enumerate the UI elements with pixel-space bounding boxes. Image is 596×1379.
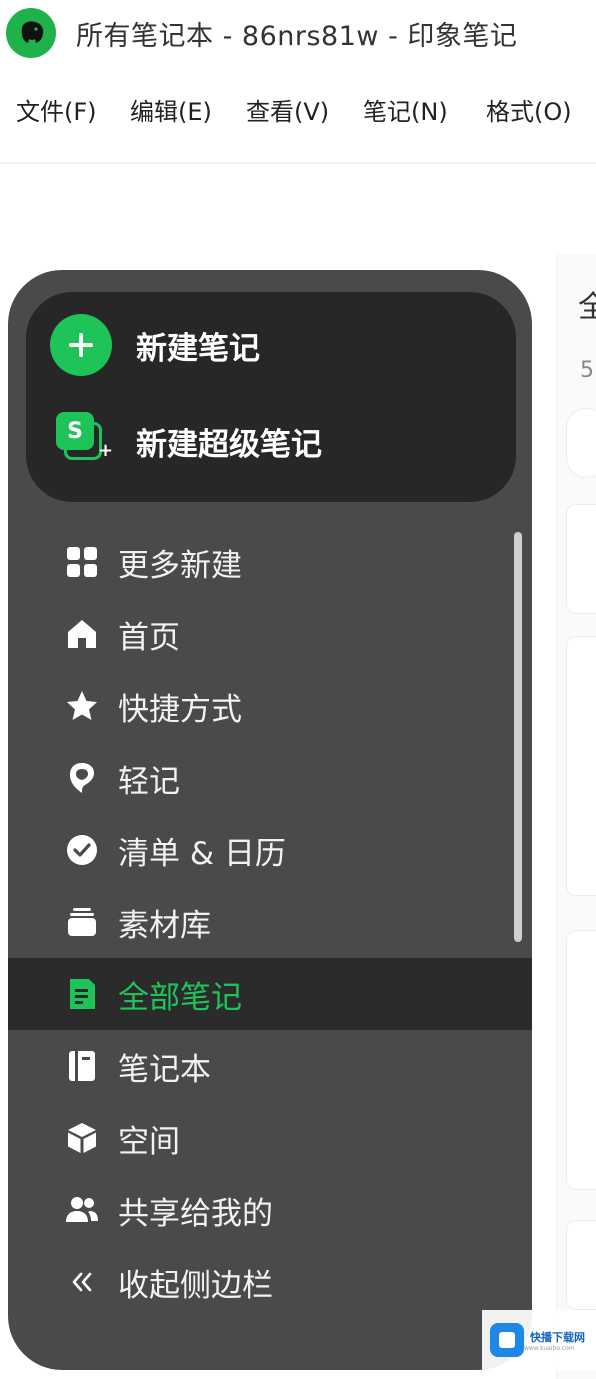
people-icon xyxy=(62,1190,102,1230)
menu-format[interactable]: 格式(O) xyxy=(486,92,572,127)
watermark-text-block: 快播下载网 www.kuaibo.com xyxy=(524,1329,585,1352)
plus-icon xyxy=(50,314,112,376)
sidebar-item-all-notes[interactable]: 全部笔记 xyxy=(8,958,532,1030)
sidebar-item-label: 共享给我的 xyxy=(118,1195,273,1232)
super-note-icon: S + xyxy=(50,410,113,472)
quick-note-icon xyxy=(62,758,102,798)
watermark-subtext: www.kuaibo.com xyxy=(524,1344,575,1352)
sidebar-item-quick-note[interactable]: 轻记 xyxy=(8,742,532,814)
sidebar-item-label: 清单 & 日历 xyxy=(118,835,286,872)
menu-note[interactable]: 笔记(N) xyxy=(363,92,448,127)
library-icon xyxy=(62,902,102,942)
sidebar-item-shared-with-me[interactable]: 共享给我的 xyxy=(8,1174,532,1246)
sidebar-item-label: 空间 xyxy=(118,1123,180,1160)
notebook-icon xyxy=(62,1046,102,1086)
watermark: 快播下载网 www.kuaibo.com xyxy=(482,1310,596,1370)
sidebar-item-label: 首页 xyxy=(118,619,180,656)
sidebar-item-notebooks[interactable]: 笔记本 xyxy=(8,1030,532,1102)
sidebar-item-label: 轻记 xyxy=(118,763,180,800)
sidebar-item-label: 笔记本 xyxy=(118,1051,211,1088)
sidebar-item-label: 全部笔记 xyxy=(118,979,242,1016)
sidebar: 新建笔记 S + 新建超级笔记 更多新建 首页 快捷方式 轻记 清单 & 日历 … xyxy=(8,270,532,1370)
note-card[interactable] xyxy=(566,1220,596,1310)
watermark-logo-icon xyxy=(490,1323,524,1357)
sidebar-item-tasks-calendar[interactable]: 清单 & 日历 xyxy=(8,814,532,886)
title-bar: 所有笔记本 - 86nrs81w - 印象笔记 xyxy=(0,0,596,66)
new-note-button[interactable]: 新建笔记 xyxy=(50,314,260,376)
check-circle-icon xyxy=(62,830,102,870)
note-card[interactable] xyxy=(566,930,596,1190)
new-super-note-button[interactable]: S + 新建超级笔记 xyxy=(50,410,322,472)
cube-icon xyxy=(62,1118,102,1158)
sidebar-item-label: 快捷方式 xyxy=(118,691,242,728)
sidebar-item-label: 更多新建 xyxy=(118,547,242,584)
sidebar-item-label: 收起侧边栏 xyxy=(118,1267,273,1304)
sidebar-item-library[interactable]: 素材库 xyxy=(8,886,532,958)
menu-view[interactable]: 查看(V) xyxy=(246,92,329,127)
sidebar-item-shortcuts[interactable]: 快捷方式 xyxy=(8,670,532,742)
star-icon xyxy=(62,686,102,726)
new-super-note-label: 新建超级笔记 xyxy=(136,426,322,463)
home-icon xyxy=(62,614,102,654)
note-card[interactable] xyxy=(566,504,596,614)
menu-divider xyxy=(0,162,596,164)
note-count: 5 xyxy=(580,358,594,383)
main-title: 全 xyxy=(578,290,596,325)
menu-file[interactable]: 文件(F) xyxy=(16,92,97,127)
window-title: 所有笔记本 - 86nrs81w - 印象笔记 xyxy=(76,21,518,52)
sidebar-item-collapse[interactable]: 收起侧边栏 xyxy=(8,1246,532,1318)
create-panel: 新建笔记 S + 新建超级笔记 xyxy=(26,292,516,502)
new-note-label: 新建笔记 xyxy=(136,330,260,367)
menu-bar: 文件(F) 编辑(E) 查看(V) 笔记(N) 格式(O) xyxy=(0,92,596,140)
watermark-text: 快播下载网 xyxy=(530,1330,585,1344)
sidebar-item-more-new[interactable]: 更多新建 xyxy=(8,526,532,598)
menu-edit[interactable]: 编辑(E) xyxy=(130,92,212,127)
sidebar-item-label: 素材库 xyxy=(118,907,211,944)
note-card[interactable] xyxy=(566,636,596,896)
note-icon xyxy=(62,974,102,1014)
grid-icon xyxy=(62,542,102,582)
sidebar-item-home[interactable]: 首页 xyxy=(8,598,532,670)
sidebar-item-spaces[interactable]: 空间 xyxy=(8,1102,532,1174)
search-pill[interactable] xyxy=(566,408,596,478)
elephant-icon xyxy=(6,8,56,58)
collapse-chevrons-icon xyxy=(62,1262,102,1302)
